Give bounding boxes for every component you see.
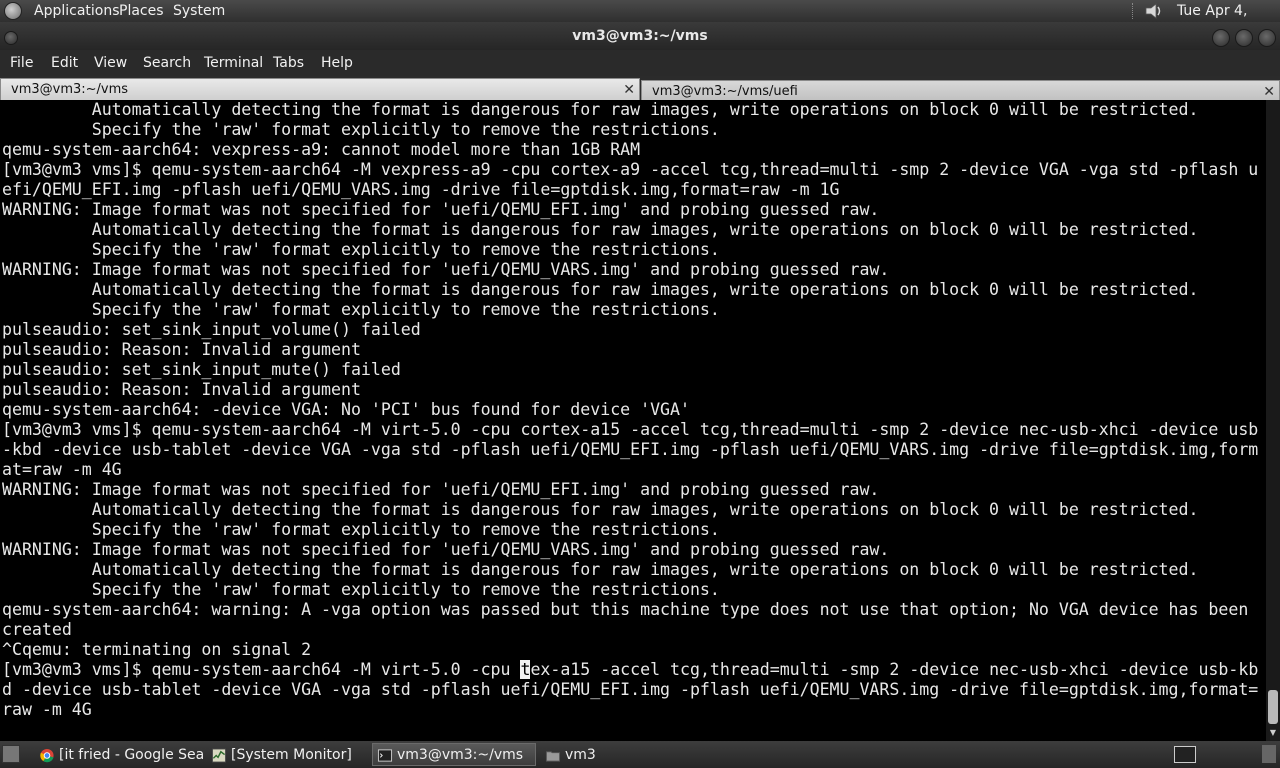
folder-icon [545, 751, 561, 762]
menu-edit[interactable]: Edit [51, 54, 78, 72]
terminal-line: at=raw -m 4G [2, 460, 122, 479]
terminal-line: Specify the 'raw' format explicitly to r… [2, 120, 720, 139]
gnome-foot-icon[interactable] [4, 2, 22, 20]
menu-help[interactable]: Help [321, 54, 353, 72]
terminal-line: Automatically detecting the format is da… [2, 100, 1199, 119]
terminal-line: WARNING: Image format was not specified … [2, 200, 880, 219]
menu-view[interactable]: View [94, 54, 127, 72]
tab-vms[interactable]: vm3@vm3:~/vms ✕ [0, 78, 640, 100]
window-title: vm3@vm3:~/vms [572, 28, 708, 44]
terminal-line: WARNING: Image format was not specified … [2, 480, 880, 499]
scrollbar-thumb[interactable] [1268, 690, 1278, 724]
workspace-switcher[interactable] [1262, 745, 1276, 763]
task-label: vm3 [565, 747, 596, 763]
volume-icon[interactable] [1143, 2, 1165, 20]
terminal-line: raw -m 4G [2, 700, 92, 719]
terminal-line: WARNING: Image format was not specified … [2, 260, 890, 279]
terminal-line: qemu-system-aarch64: warning: A -vga opt… [2, 600, 1249, 619]
close-tab-icon[interactable]: ✕ [623, 79, 635, 101]
terminal-line: efi/QEMU_EFI.img -pflash uefi/QEMU_VARS.… [2, 180, 840, 199]
terminal-line: [vm3@vm3 vms]$ qemu-system-aarch64 -M vi… [2, 420, 1259, 439]
system-menu[interactable]: System [173, 2, 225, 20]
scroll-down-arrow-icon[interactable]: ▼ [1268, 728, 1278, 738]
terminal-line: Specify the 'raw' format explicitly to r… [2, 300, 720, 319]
chrome-icon [40, 748, 54, 763]
terminal-line: pulseaudio: set_sink_input_mute() failed [2, 360, 401, 379]
top-panel: Applications Places System Tue Apr 4, 08… [0, 0, 1280, 37]
task-file-manager[interactable]: vm3 [540, 743, 660, 766]
tray-terminal-icon[interactable] [1174, 746, 1196, 763]
text-cursor: t [520, 660, 531, 679]
applications-menu[interactable]: Applications [34, 2, 120, 20]
tab-label: vm3@vm3:~/vms [11, 82, 129, 97]
menu-search[interactable]: Search [143, 54, 191, 72]
terminal-icon [377, 749, 393, 762]
close-button[interactable] [1258, 29, 1276, 47]
menu-tabs[interactable]: Tabs [273, 54, 304, 72]
terminal-line: -kbd -device usb-tablet -device VGA -vga… [2, 440, 1259, 459]
prompt-text: [vm3@vm3 vms]$ qemu-system-aarch64 -M vi… [2, 660, 521, 679]
bottom-panel: [it fried - Google Sea... [System Monito… [0, 741, 1280, 768]
show-desktop-icon[interactable] [2, 745, 20, 763]
terminal-line: Specify the 'raw' format explicitly to r… [2, 240, 720, 259]
maximize-button[interactable] [1235, 29, 1253, 47]
task-label: [System Monitor] [231, 747, 352, 763]
task-label: [it fried - Google Sea... [59, 747, 204, 763]
terminal-current-line: [vm3@vm3 vms]$ qemu-system-aarch64 -M vi… [2, 660, 1258, 680]
task-system-monitor[interactable]: [System Monitor] [206, 743, 368, 766]
tab-label: vm3@vm3:~/vms/uefi [652, 84, 798, 99]
terminal-line: WARNING: Image format was not specified … [2, 540, 890, 559]
terminal-line: pulseaudio: set_sink_input_volume() fail… [2, 320, 421, 339]
terminal-line: pulseaudio: Reason: Invalid argument [2, 340, 361, 359]
terminal-line: Specify the 'raw' format explicitly to r… [2, 520, 720, 539]
menu-file[interactable]: File [10, 54, 33, 72]
terminal-line: qemu-system-aarch64: -device VGA: No 'PC… [2, 400, 690, 419]
task-terminal[interactable]: vm3@vm3:~/vms [372, 743, 536, 766]
terminal-scrollbar[interactable]: ▼ [1266, 100, 1280, 741]
terminal-line: pulseaudio: Reason: Invalid argument [2, 380, 361, 399]
terminal-line: Automatically detecting the format is da… [2, 560, 1199, 579]
window-titlebar[interactable]: vm3@vm3:~/vms [0, 22, 1280, 50]
terminal-line: Specify the 'raw' format explicitly to r… [2, 580, 720, 599]
terminal-line: Automatically detecting the format is da… [2, 280, 1199, 299]
panel-separator [1132, 3, 1135, 19]
task-label: vm3@vm3:~/vms [397, 747, 524, 763]
places-menu[interactable]: Places [119, 2, 164, 20]
terminal-line: ^Cqemu: terminating on signal 2 [2, 640, 312, 659]
terminal-line: [vm3@vm3 vms]$ qemu-system-aarch64 -M ve… [2, 160, 1259, 179]
menu-terminal[interactable]: Terminal [204, 54, 263, 72]
terminal-line: d -device usb-tablet -device VGA -vga st… [2, 680, 1259, 699]
terminal-line: created [2, 620, 72, 639]
system-monitor-icon [211, 748, 227, 763]
tab-vms-uefi[interactable]: vm3@vm3:~/vms/uefi ✕ [641, 80, 1280, 102]
terminal-output[interactable]: Automatically detecting the format is da… [0, 100, 1266, 741]
terminal-line: Automatically detecting the format is da… [2, 500, 1199, 519]
menubar: File Edit View Search Terminal Tabs Help [0, 50, 1280, 76]
minimize-button[interactable] [1212, 29, 1230, 47]
tab-bar: vm3@vm3:~/vms ✕ vm3@vm3:~/vms/uefi ✕ [0, 76, 1280, 102]
command-text: ex-a15 -accel tcg,thread=multi -smp 2 -d… [530, 660, 1259, 679]
task-google-search[interactable]: [it fried - Google Sea... [34, 743, 204, 766]
terminal-line: Automatically detecting the format is da… [2, 220, 1199, 239]
terminal-text: Automatically detecting the format is da… [2, 100, 1258, 720]
terminal-line: qemu-system-aarch64: vexpress-a9: cannot… [2, 140, 641, 159]
